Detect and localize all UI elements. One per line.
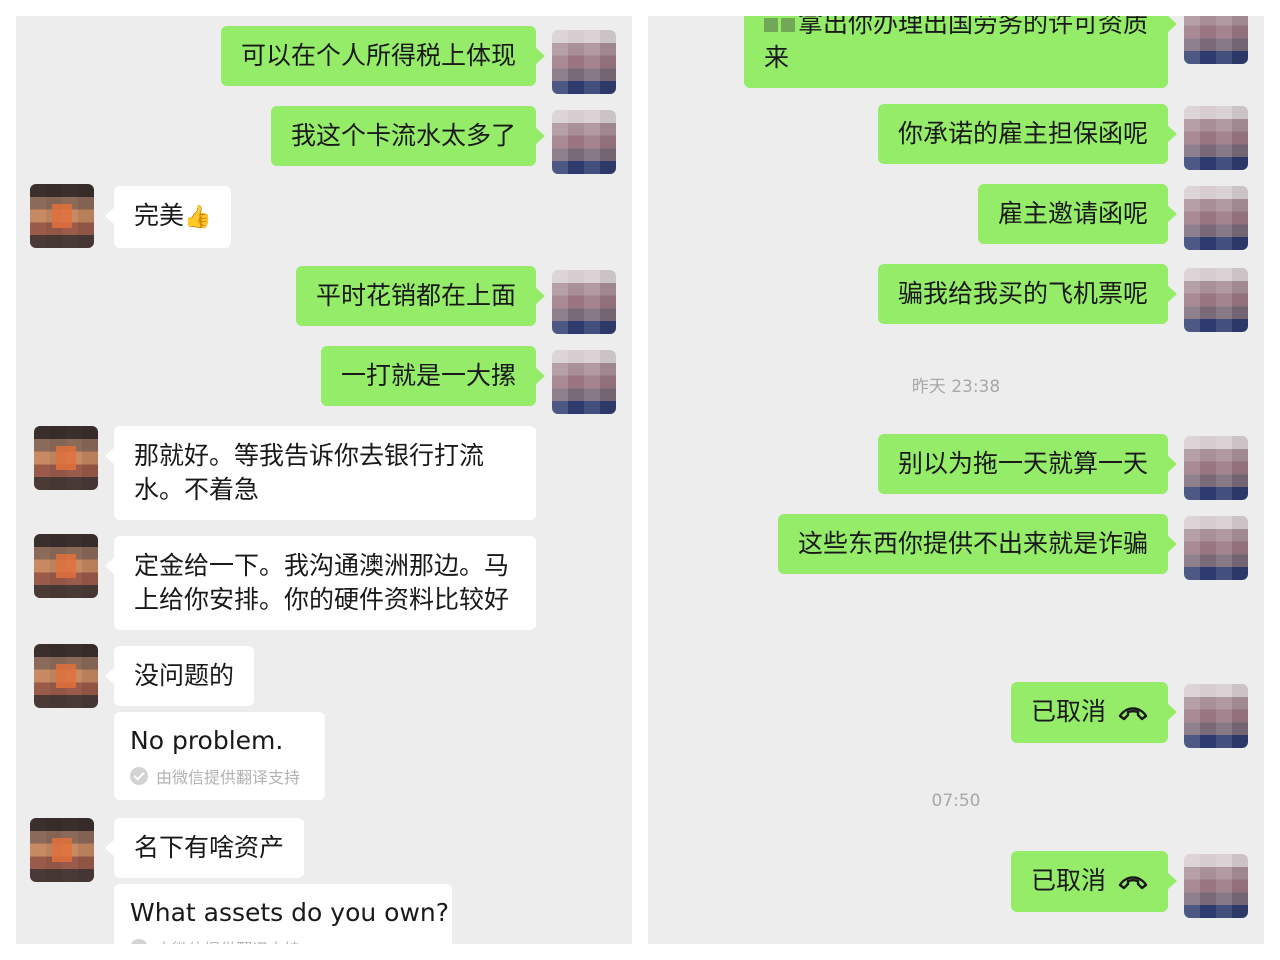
translation-note-text: 由微信提供翻译支持	[156, 768, 301, 787]
contact-avatar[interactable]	[34, 644, 98, 708]
message-bubble[interactable]: 完美👍	[104, 186, 232, 248]
my-avatar[interactable]	[1184, 516, 1248, 580]
timestamp: 07:50	[931, 791, 981, 811]
my-avatar[interactable]	[552, 110, 616, 174]
message-bubble[interactable]: 别以为拖一天就算一天	[877, 434, 1178, 494]
message-bubble[interactable]: 你承诺的雇主担保函呢	[877, 104, 1178, 164]
message-text: 完美	[134, 201, 185, 230]
message-text: 一打就是一大摞	[340, 361, 516, 390]
censor-mark	[764, 18, 778, 32]
contact-avatar[interactable]	[34, 426, 98, 490]
message-text: 定金给一下。我沟通澳洲那边。马上给你安排。你的硬件资料比较好	[134, 551, 510, 614]
translation-text: What assets do you own?	[130, 898, 450, 927]
message-bubble[interactable]: 可以在个人所得税上体现	[220, 26, 546, 86]
message-text: 没问题的	[134, 661, 235, 690]
message-bubble[interactable]: 一打就是一大摞	[320, 346, 546, 406]
my-avatar[interactable]	[1184, 16, 1248, 64]
my-avatar[interactable]	[1184, 684, 1248, 748]
message-bubble[interactable]: 拿出你办理出国劳务的许可资质来	[744, 16, 1177, 88]
message-text: 你承诺的雇主担保函呢	[897, 119, 1148, 148]
censor-mark	[781, 18, 795, 32]
timestamp: 昨天 23:38	[911, 377, 1001, 397]
message-text: 可以在个人所得税上体现	[240, 41, 516, 70]
translation-note: 由微信提供翻译支持	[130, 936, 436, 944]
my-avatar[interactable]	[1184, 854, 1248, 918]
check-icon	[130, 939, 148, 944]
phone-hangup-icon	[1118, 865, 1148, 899]
thumbs-up-icon: 👍	[184, 205, 212, 230]
message-text: 我这个卡流水太多了	[290, 121, 516, 150]
message-text: 平时花销都在上面	[315, 281, 516, 310]
message-bubble[interactable]: 我这个卡流水太多了	[270, 106, 546, 166]
translation-note-text: 由微信提供翻译支持	[156, 936, 300, 944]
chat-panel-right: 拿出你办理出国劳务的许可资质来 你承诺的雇主担保函呢 雇主邀请函呢 骗我给我买的…	[648, 16, 1264, 944]
message-bubble[interactable]: 定金给一下。我沟通澳洲那边。马上给你安排。你的硬件资料比较好	[105, 536, 536, 630]
translation-bubble[interactable]: No problem. 由微信提供翻译支持	[114, 712, 325, 800]
message-text: 已取消	[1030, 866, 1106, 895]
message-bubble[interactable]: 雇主邀请函呢	[977, 184, 1178, 244]
message-bubble[interactable]: 名下有啥资产	[104, 818, 305, 878]
message-text: 拿出你办理出国劳务的许可资质来	[764, 16, 1149, 72]
my-avatar[interactable]	[1184, 268, 1248, 332]
my-avatar[interactable]	[1184, 436, 1248, 500]
message-bubble[interactable]: 这些东西你提供不出来就是诈骗	[777, 514, 1178, 574]
message-text: 那就好。等我告诉你去银行打流水。不着急	[134, 441, 485, 504]
message-bubble[interactable]: 平时花销都在上面	[295, 266, 546, 326]
translation-bubble[interactable]: What assets do you own? 由微信提供翻译支持	[114, 884, 452, 944]
contact-avatar[interactable]	[30, 184, 94, 248]
message-bubble[interactable]: 骗我给我买的飞机票呢	[877, 264, 1178, 324]
my-avatar[interactable]	[1184, 186, 1248, 250]
message-text: 这些东西你提供不出来就是诈骗	[797, 529, 1148, 558]
message-text: 已取消	[1030, 697, 1106, 726]
message-text: 别以为拖一天就算一天	[897, 449, 1148, 478]
my-avatar[interactable]	[552, 350, 616, 414]
check-icon	[130, 767, 148, 785]
my-avatar[interactable]	[552, 30, 616, 94]
my-avatar[interactable]	[552, 270, 616, 334]
message-bubble[interactable]: 没问题的	[104, 646, 255, 706]
translation-note: 由微信提供翻译支持	[130, 764, 309, 788]
phone-hangup-icon	[1118, 696, 1148, 730]
message-text: 名下有啥资产	[134, 833, 285, 862]
message-text: 雇主邀请函呢	[997, 199, 1148, 228]
translation-text: No problem.	[130, 726, 284, 755]
my-avatar[interactable]	[1184, 106, 1248, 170]
message-bubble[interactable]: 那就好。等我告诉你去银行打流水。不着急	[105, 426, 536, 520]
call-cancelled-bubble[interactable]: 已取消	[1010, 682, 1178, 743]
call-cancelled-bubble[interactable]: 已取消	[1010, 851, 1178, 912]
contact-avatar[interactable]	[34, 534, 98, 598]
contact-avatar[interactable]	[30, 818, 94, 882]
message-text: 骗我给我买的飞机票呢	[897, 279, 1148, 308]
chat-panel-left: 可以在个人所得税上体现 我这个卡流水太多了 完美👍 平时花销都在上面 一打就是一…	[16, 16, 632, 944]
